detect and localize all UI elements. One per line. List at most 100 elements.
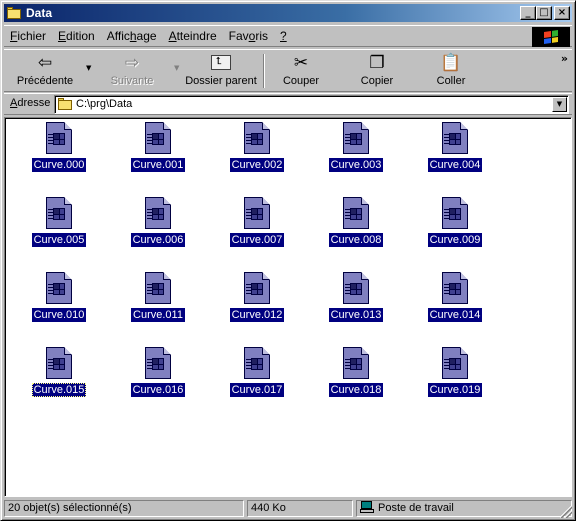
curve-file-icon [145, 197, 171, 229]
curve-file-icon [145, 122, 171, 154]
file-item[interactable]: Curve.008 [321, 195, 391, 253]
minimize-button[interactable]: _ [520, 6, 536, 20]
copy-button[interactable]: ❐ Copier [352, 52, 402, 90]
windows-logo-icon [532, 27, 570, 47]
folder-icon [6, 6, 22, 20]
file-item[interactable]: Curve.001 [123, 120, 193, 178]
file-name: Curve.010 [31, 308, 87, 322]
file-item[interactable]: Curve.013 [321, 270, 391, 328]
file-name: Curve.015 [31, 383, 87, 397]
forward-dropdown-arrow-icon[interactable]: ▼ [174, 64, 179, 72]
curve-file-icon [145, 272, 171, 304]
file-name: Curve.012 [229, 308, 285, 322]
curve-file-icon [46, 197, 72, 229]
file-name: Curve.014 [427, 308, 483, 322]
scissors-icon: ✂ [293, 53, 309, 73]
curve-file-icon [244, 272, 270, 304]
explorer-window: Data _ □ × Fichier Edition Affichage Att… [0, 0, 576, 521]
menu-fichier[interactable]: Fichier [4, 27, 52, 45]
resize-grip[interactable] [560, 506, 572, 518]
file-item[interactable]: Curve.010 [24, 270, 94, 328]
file-item[interactable]: Curve.012 [222, 270, 292, 328]
menu-help[interactable]: ? [274, 27, 293, 45]
curve-file-icon [46, 122, 72, 154]
curve-file-icon [46, 347, 72, 379]
window-controls: _ □ × [520, 6, 570, 20]
status-bar: 20 objet(s) sélectionné(s) 440 Ko Poste … [4, 499, 572, 518]
curve-file-icon [145, 347, 171, 379]
copy-icon: ❐ [369, 53, 385, 73]
curve-file-icon [244, 197, 270, 229]
file-item[interactable]: Curve.009 [420, 195, 490, 253]
curve-file-icon [46, 272, 72, 304]
file-name: Curve.011 [131, 308, 185, 322]
back-dropdown-arrow-icon[interactable]: ▼ [86, 64, 91, 72]
file-item[interactable]: Curve.016 [123, 345, 193, 403]
address-label: Adresse [10, 97, 51, 109]
curve-file-icon [244, 122, 270, 154]
standard-toolbar: ⇦ Précédente ▼ ⇨ Suivante ▼ ⮤ Dossier pa… [4, 49, 572, 92]
file-item[interactable]: Curve.017 [222, 345, 292, 403]
address-dropdown-button[interactable]: ▼ [552, 97, 567, 112]
file-item[interactable]: Curve.004 [420, 120, 490, 178]
forward-arrow-icon: ⇨ [124, 53, 140, 73]
file-name: Curve.019 [427, 383, 483, 397]
address-bar: Adresse C:\prg\Data ▼ [4, 93, 572, 115]
file-name: Curve.006 [130, 233, 186, 247]
status-size: 440 Ko [247, 500, 353, 517]
file-name: Curve.009 [427, 233, 483, 247]
forward-button[interactable]: ⇨ Suivante [102, 52, 162, 90]
toolbar-separator [263, 54, 265, 88]
title-bar[interactable]: Data _ □ × [4, 4, 572, 22]
window-title: Data [26, 6, 53, 20]
clipboard-icon: 📋 [440, 53, 462, 73]
curve-file-icon [343, 272, 369, 304]
toolbar-overflow-chevron[interactable]: » [561, 52, 568, 65]
maximize-button[interactable]: □ [536, 6, 552, 20]
file-item[interactable]: Curve.015 [24, 345, 94, 403]
close-button[interactable]: × [554, 6, 570, 20]
menu-bar: Fichier Edition Affichage Atteindre Favo… [4, 25, 572, 47]
status-selection: 20 objet(s) sélectionné(s) [4, 500, 244, 517]
menu-edition[interactable]: Edition [52, 27, 101, 45]
file-item[interactable]: Curve.014 [420, 270, 490, 328]
file-name: Curve.018 [328, 383, 384, 397]
curve-file-icon [442, 347, 468, 379]
curve-file-icon [343, 347, 369, 379]
file-item[interactable]: Curve.019 [420, 345, 490, 403]
curve-file-icon [244, 347, 270, 379]
file-name: Curve.003 [328, 158, 384, 172]
file-item[interactable]: Curve.000 [24, 120, 94, 178]
address-field[interactable]: C:\prg\Data ▼ [54, 95, 569, 114]
back-arrow-icon: ⇦ [37, 53, 53, 73]
file-item[interactable]: Curve.005 [24, 195, 94, 253]
menu-favoris[interactable]: Favoris [223, 27, 274, 45]
file-item[interactable]: Curve.007 [222, 195, 292, 253]
file-name: Curve.001 [130, 158, 186, 172]
file-name: Curve.008 [328, 233, 384, 247]
up-folder-button[interactable]: ⮤ Dossier parent [184, 52, 258, 90]
curve-file-icon [442, 272, 468, 304]
file-name: Curve.007 [229, 233, 285, 247]
file-name: Curve.005 [31, 233, 87, 247]
file-name: Curve.004 [427, 158, 483, 172]
file-list-view[interactable]: Curve.000 Curve.001 Curve.002 Curve.003 Curv… [4, 117, 572, 497]
address-value: C:\prg\Data [76, 98, 133, 110]
file-item[interactable]: Curve.011 [123, 270, 193, 328]
cut-button[interactable]: ✂ Couper [276, 52, 326, 90]
paste-button[interactable]: 📋 Coller [426, 52, 476, 90]
menu-affichage[interactable]: Affichage [101, 27, 163, 45]
file-item[interactable]: Curve.003 [321, 120, 391, 178]
curve-file-icon [442, 197, 468, 229]
curve-file-icon [442, 122, 468, 154]
curve-file-icon [343, 122, 369, 154]
file-item[interactable]: Curve.002 [222, 120, 292, 178]
back-button[interactable]: ⇦ Précédente [12, 52, 78, 90]
menu-atteindre[interactable]: Atteindre [163, 27, 223, 45]
file-name: Curve.017 [229, 383, 285, 397]
file-name: Curve.000 [31, 158, 87, 172]
file-item[interactable]: Curve.018 [321, 345, 391, 403]
status-zone: Poste de travail [356, 500, 572, 517]
file-item[interactable]: Curve.006 [123, 195, 193, 253]
file-name: Curve.002 [229, 158, 285, 172]
